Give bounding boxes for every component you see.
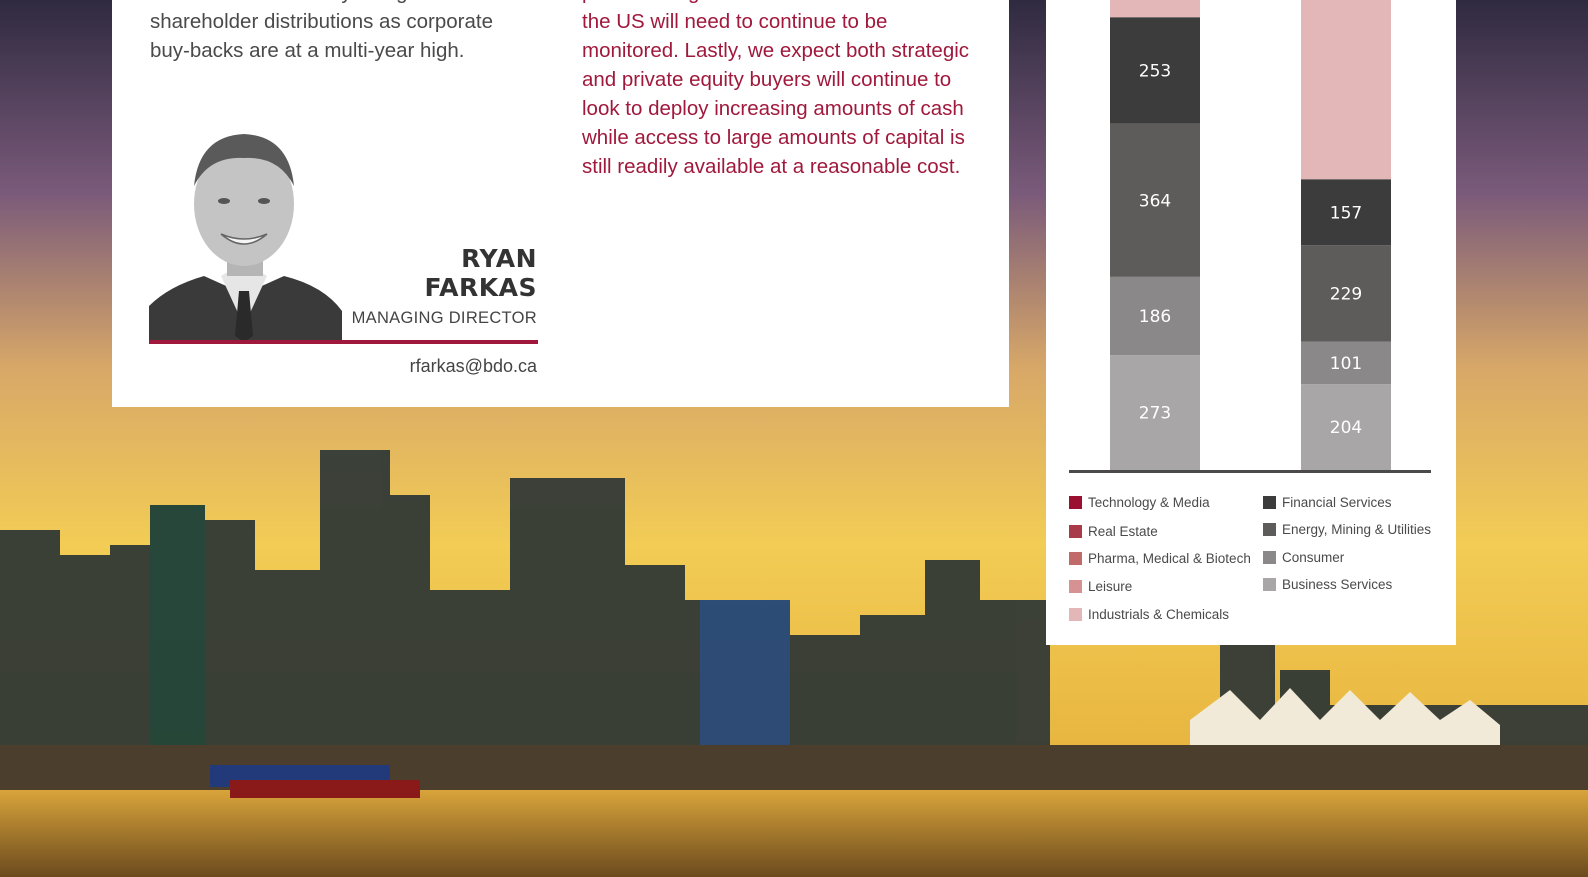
article-left-column: cash is almost entirely being used for s… [150, 0, 520, 65]
legend-label: Real Estate [1088, 524, 1158, 539]
bar-value-label: 101 [1330, 354, 1362, 374]
stacked-bar-chart: 273 186 364 253 204 101 229 157 [1110, 0, 1391, 470]
legend-item-business-services: Business Services [1263, 577, 1392, 592]
legend-label: Financial Services [1282, 495, 1392, 510]
article-right-column: potential negative cross-border effects … [582, 0, 982, 181]
contact-first-name: RYAN [461, 244, 537, 273]
bar-value-label: 273 [1139, 404, 1171, 424]
bar-segment-industrials-chemicals-1 [1110, 0, 1200, 18]
bar-value-label: 157 [1330, 203, 1362, 223]
bar-value-label: 186 [1139, 307, 1171, 327]
legend-item-financial-services: Financial Services [1263, 495, 1392, 510]
bar-value-label: 253 [1139, 61, 1171, 81]
portrait-photo [149, 126, 342, 342]
legend-swatch [1069, 580, 1082, 593]
legend-item-industrials-chemicals: Industrials & Chemicals [1069, 607, 1229, 622]
article-card: cash is almost entirely being used for s… [112, 0, 1009, 407]
legend-swatch [1263, 551, 1276, 564]
legend-label: Business Services [1282, 577, 1393, 592]
legend-swatch [1069, 608, 1082, 621]
legend-item-technology-media: Technology & Media [1069, 495, 1210, 510]
legend-swatch [1263, 578, 1276, 591]
legend-swatch [1263, 523, 1276, 536]
legend-label: Leisure [1088, 579, 1133, 594]
legend-swatch [1069, 496, 1082, 509]
contact-email-link[interactable]: rfarkas@bdo.ca [410, 356, 537, 377]
chart-card: 273 186 364 253 204 101 229 157 Technology & Me… [1046, 0, 1456, 645]
legend-item-pharma-medical-biotech: Pharma, Medical & Biotech [1069, 551, 1251, 566]
legend-item-leisure: Leisure [1069, 579, 1132, 594]
legend-item-consumer: Consumer [1263, 550, 1344, 565]
article-left-paragraph: cash is almost entirely being used for s… [150, 0, 493, 62]
bar-value-label: 204 [1330, 418, 1362, 438]
legend-label: Energy, Mining & Utilities [1282, 522, 1432, 537]
contact-name: RYAN FARKAS [424, 244, 537, 302]
legend-swatch [1069, 552, 1082, 565]
chart-x-axis-line [1069, 470, 1431, 473]
legend-label: Technology & Media [1088, 495, 1210, 510]
contact-last-name: FARKAS [424, 273, 537, 302]
article-right-paragraph: potential negative cross-border effects … [582, 0, 971, 178]
bar-value-label: 364 [1139, 191, 1171, 211]
bar-segment-industrials-chemicals-2 [1301, 0, 1391, 180]
legend-label: Industrials & Chemicals [1088, 607, 1230, 622]
bar-value-label: 229 [1330, 284, 1362, 304]
legend-swatch [1263, 496, 1276, 509]
legend-label: Pharma, Medical & Biotech [1088, 551, 1251, 566]
legend-item-real-estate: Real Estate [1069, 524, 1158, 539]
accent-divider [149, 340, 538, 344]
legend-label: Consumer [1282, 550, 1345, 565]
contact-title: MANAGING DIRECTOR [351, 309, 537, 327]
legend-item-energy-mining-utilities: Energy, Mining & Utilities [1263, 522, 1431, 537]
legend-swatch [1069, 525, 1082, 538]
